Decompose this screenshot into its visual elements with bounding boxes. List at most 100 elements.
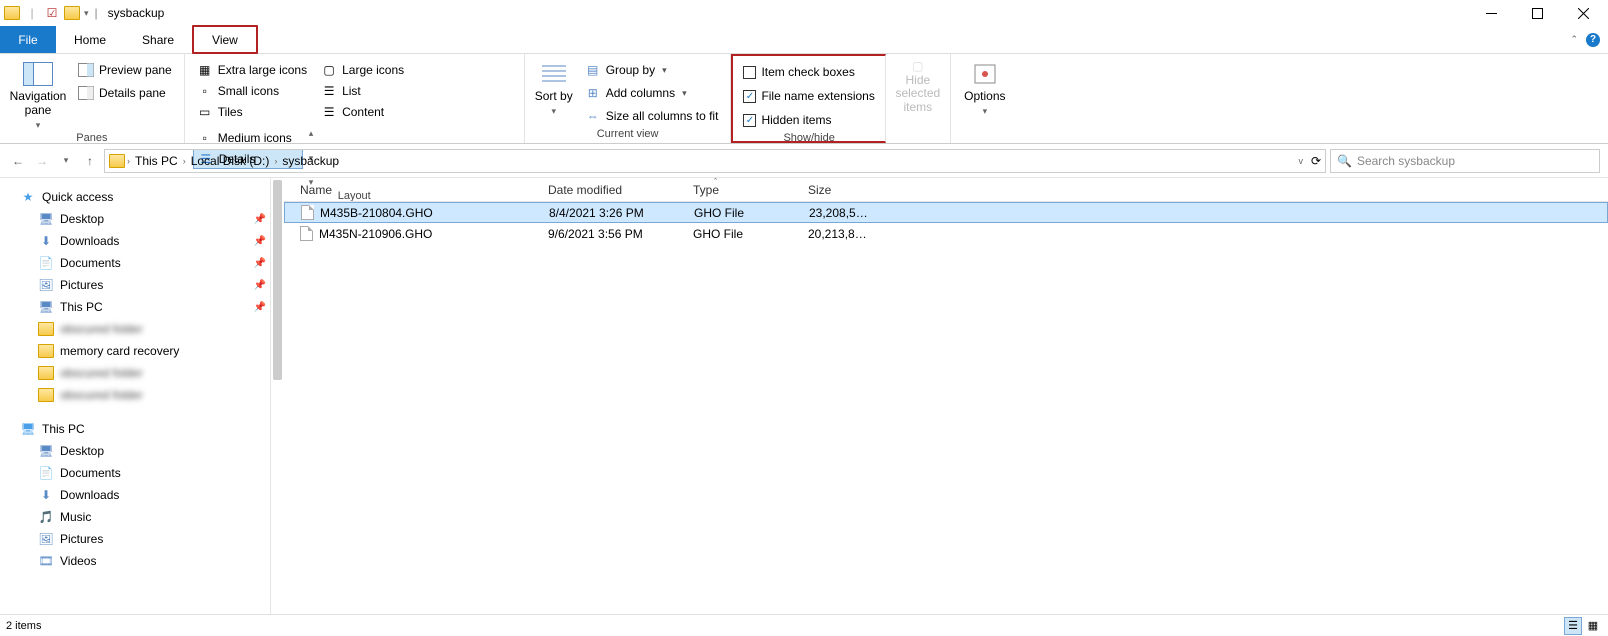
tree-item[interactable]: obscured folder [0,384,284,406]
chevron-down-icon: ▾ [36,120,41,130]
chevron-right-icon[interactable]: › [274,156,277,166]
file-list-area: ˆ Name Date modified Type Size M435B-210… [284,178,1608,614]
layout-large-icons[interactable]: ▢Large icons [317,60,408,80]
tab-share[interactable]: Share [124,26,192,53]
ribbon-group-show-hide: Item check boxes ✓File name extensions ✓… [731,54,885,143]
details-pane-label: Details pane [99,86,166,100]
forward-button: → [32,151,52,171]
qat-dropdown-icon[interactable]: ▾ [84,8,89,19]
search-icon: 🔍 [1337,154,1352,168]
chevron-down-icon: ▾ [551,106,556,116]
layout-tiles[interactable]: ▭Tiles [193,102,311,122]
column-name-header[interactable]: Name [292,183,540,197]
ribbon-collapse-icon[interactable]: ⌃ [1570,34,1578,45]
file-icon [301,205,314,220]
sort-indicator-icon: ˆ [714,177,717,187]
breadcrumb-this-pc[interactable]: This PC [132,154,181,168]
tree-item[interactable]: 🎞Videos [0,550,284,572]
column-type-header[interactable]: Type [685,183,800,197]
tab-file[interactable]: File [0,26,56,53]
tree-item[interactable]: 📄Documents [0,462,284,484]
tree-this-pc[interactable]: 🖥 This PC [0,418,284,440]
folder-icon [38,387,54,403]
layout-small-icons[interactable]: ▫Small icons [193,81,311,101]
table-row[interactable]: M435B-210804.GHO 8/4/2021 3:26 PM GHO Fi… [284,202,1608,223]
minimize-button[interactable] [1468,0,1514,26]
size-all-columns-button[interactable]: ⇔Size all columns to fit [581,106,723,126]
details-pane-button[interactable]: Details pane [74,83,176,103]
chevron-right-icon[interactable]: › [127,156,130,166]
tree-item[interactable]: 🖼Pictures📌 [0,274,284,296]
hidden-items-toggle[interactable]: ✓Hidden items [739,110,878,130]
tab-view[interactable]: View [192,25,258,54]
sort-by-label: Sort by [535,90,573,104]
tab-home[interactable]: Home [56,26,124,53]
add-columns-button[interactable]: ⊞Add columns▾ [581,83,723,103]
file-icon [300,226,313,241]
navigation-pane-button[interactable]: Navigation pane ▾ [8,60,68,130]
options-button[interactable]: Options ▾ [959,60,1011,116]
layout-medium-icons[interactable]: ▫Medium icons [193,128,303,148]
up-button[interactable]: ↑ [80,151,100,171]
search-placeholder: Search sysbackup [1357,154,1455,168]
window-title: sysbackup [108,6,165,20]
sort-by-button[interactable]: Sort by ▾ [533,60,575,116]
folder-icon [4,5,20,21]
checkbox-unchecked-icon [743,66,756,79]
layout-extra-large-icons[interactable]: ▦Extra large icons [193,60,311,80]
folder-icon [38,321,54,337]
column-size-header[interactable]: Size [800,183,880,197]
tree-item[interactable]: 🖥Desktop [0,440,284,462]
status-bar: 2 items ☰ ▦ [0,614,1608,636]
tree-item[interactable]: 🎵Music [0,506,284,528]
divider-icon: | [24,5,40,21]
address-dropdown-icon[interactable]: v [1298,156,1303,166]
layout-content[interactable]: ☰Content [317,102,408,122]
ribbon-group-options: Options ▾ [951,54,1019,143]
tree-item[interactable]: ⬇Downloads [0,484,284,506]
back-button[interactable]: ← [8,151,28,171]
tree-item[interactable]: obscured folder [0,362,284,384]
tree-item[interactable]: memory card recovery [0,340,284,362]
tree-item[interactable]: 🖥This PC📌 [0,296,284,318]
hide-selected-items-button: ▢ Hide selected items [888,60,948,114]
file-list[interactable]: M435B-210804.GHO 8/4/2021 3:26 PM GHO Fi… [284,202,1608,244]
checkbox-checked-icon: ✓ [743,90,756,103]
tree-item[interactable]: ⬇Downloads📌 [0,230,284,252]
close-button[interactable] [1560,0,1606,26]
chevron-right-icon[interactable]: › [183,156,186,166]
column-date-header[interactable]: Date modified [540,183,685,197]
tree-item[interactable]: 🖼Pictures [0,528,284,550]
layout-list[interactable]: ☰List [317,81,408,101]
titlebar-separator: | [95,6,98,20]
star-icon: ★ [20,189,36,205]
tree-item[interactable]: obscured folder [0,318,284,340]
refresh-icon[interactable]: ⟳ [1311,154,1321,168]
view-details-icon[interactable]: ☰ [1564,617,1582,635]
folder-icon [38,365,54,381]
navigation-tree[interactable]: ★ Quick access 🖥Desktop📌⬇Downloads📌📄Docu… [0,178,284,614]
file-name-extensions-toggle[interactable]: ✓File name extensions [739,86,878,106]
group-by-button[interactable]: ▤Group by▾ [581,60,723,80]
recent-locations-button[interactable]: ▾ [56,151,76,171]
tree-quick-access[interactable]: ★ Quick access [0,186,284,208]
table-row[interactable]: M435N-210906.GHO 9/6/2021 3:56 PM GHO Fi… [284,223,1608,244]
pin-icon: 📌 [254,280,266,291]
tree-item[interactable]: 🖥Desktop📌 [0,208,284,230]
sidebar-scrollbar[interactable] [270,178,284,614]
item-icon: 🖥 [38,299,54,315]
maximize-button[interactable] [1514,0,1560,26]
preview-pane-button[interactable]: Preview pane [74,60,176,80]
tree-item[interactable]: 📄Documents📌 [0,252,284,274]
breadcrumb-local-disk[interactable]: Local Disk (D:) [188,154,273,168]
item-check-boxes-toggle[interactable]: Item check boxes [739,62,878,82]
qat-properties-icon[interactable]: ☑ [44,5,60,21]
layout-scroll-up-icon[interactable]: ▴ [309,128,314,139]
help-icon[interactable]: ? [1586,33,1600,47]
search-input[interactable]: 🔍 Search sysbackup [1330,149,1600,173]
view-large-icons-icon[interactable]: ▦ [1584,617,1602,635]
options-label: Options [964,90,1005,104]
breadcrumb-sysbackup[interactable]: sysbackup [279,154,342,168]
address-bar[interactable]: › This PC › Local Disk (D:) › sysbackup … [104,149,1326,173]
quick-access-toolbar: | ☑ ▾ [2,5,89,21]
